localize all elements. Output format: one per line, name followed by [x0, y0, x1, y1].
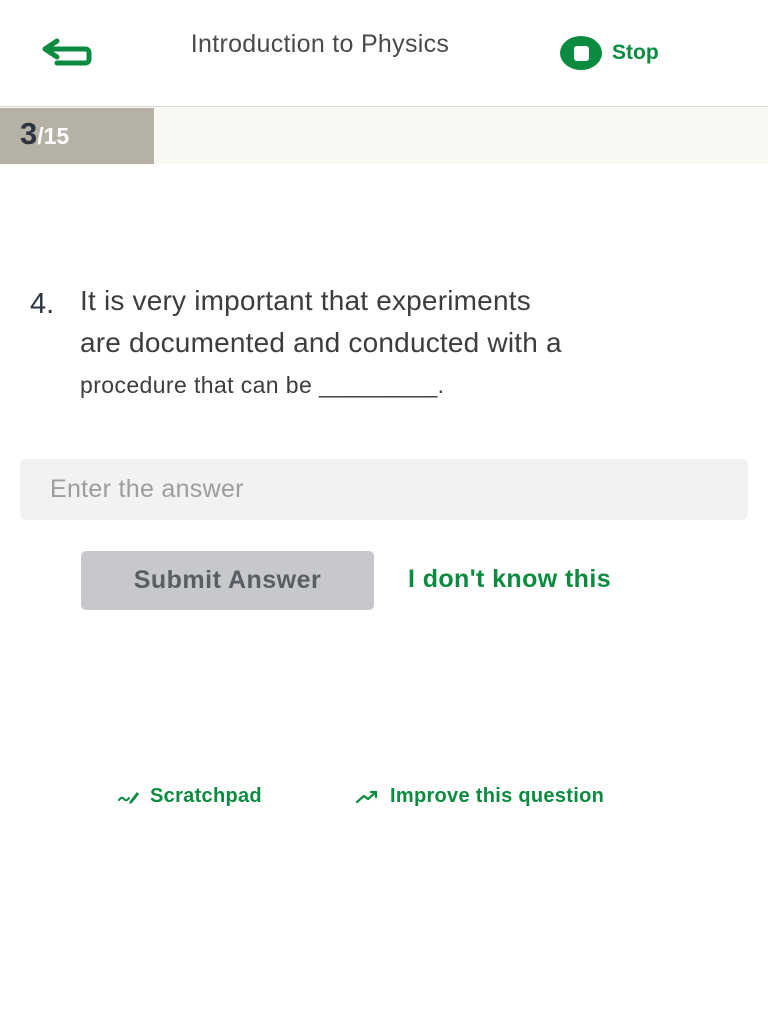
stop-label: Stop — [612, 41, 659, 64]
submit-answer-button[interactable]: Submit Answer — [81, 551, 374, 610]
page-title: Introduction to Physics — [190, 30, 450, 58]
question-line-3: procedure that can be _________. — [80, 372, 445, 398]
progress-current: 3 — [20, 116, 38, 151]
stop-icon — [560, 36, 602, 70]
back-button[interactable] — [38, 34, 96, 70]
trending-up-icon — [356, 790, 380, 804]
scratchpad-link[interactable]: Scratchpad — [118, 785, 262, 808]
progress-counter: 3/15 — [20, 116, 69, 152]
question-text: It is very important that experiments ar… — [80, 280, 730, 406]
answer-input[interactable] — [20, 459, 748, 520]
question-number: 4. — [30, 288, 55, 320]
dont-know-link[interactable]: I don't know this — [408, 565, 611, 594]
question-line-2: are documented and conducted with a — [80, 327, 562, 358]
header: Introduction to Physics Stop — [0, 0, 768, 107]
improve-question-link[interactable]: Improve this question — [356, 785, 604, 808]
scratchpad-label: Scratchpad — [150, 785, 262, 807]
pencil-icon — [118, 789, 140, 805]
progress-bar: 3/15 — [0, 108, 768, 164]
stop-button[interactable]: Stop — [560, 35, 659, 71]
improve-label: Improve this question — [390, 785, 605, 807]
question-line-1: It is very important that experiments — [80, 285, 531, 316]
progress-total: /15 — [37, 123, 70, 149]
back-arrow-icon — [42, 38, 92, 66]
